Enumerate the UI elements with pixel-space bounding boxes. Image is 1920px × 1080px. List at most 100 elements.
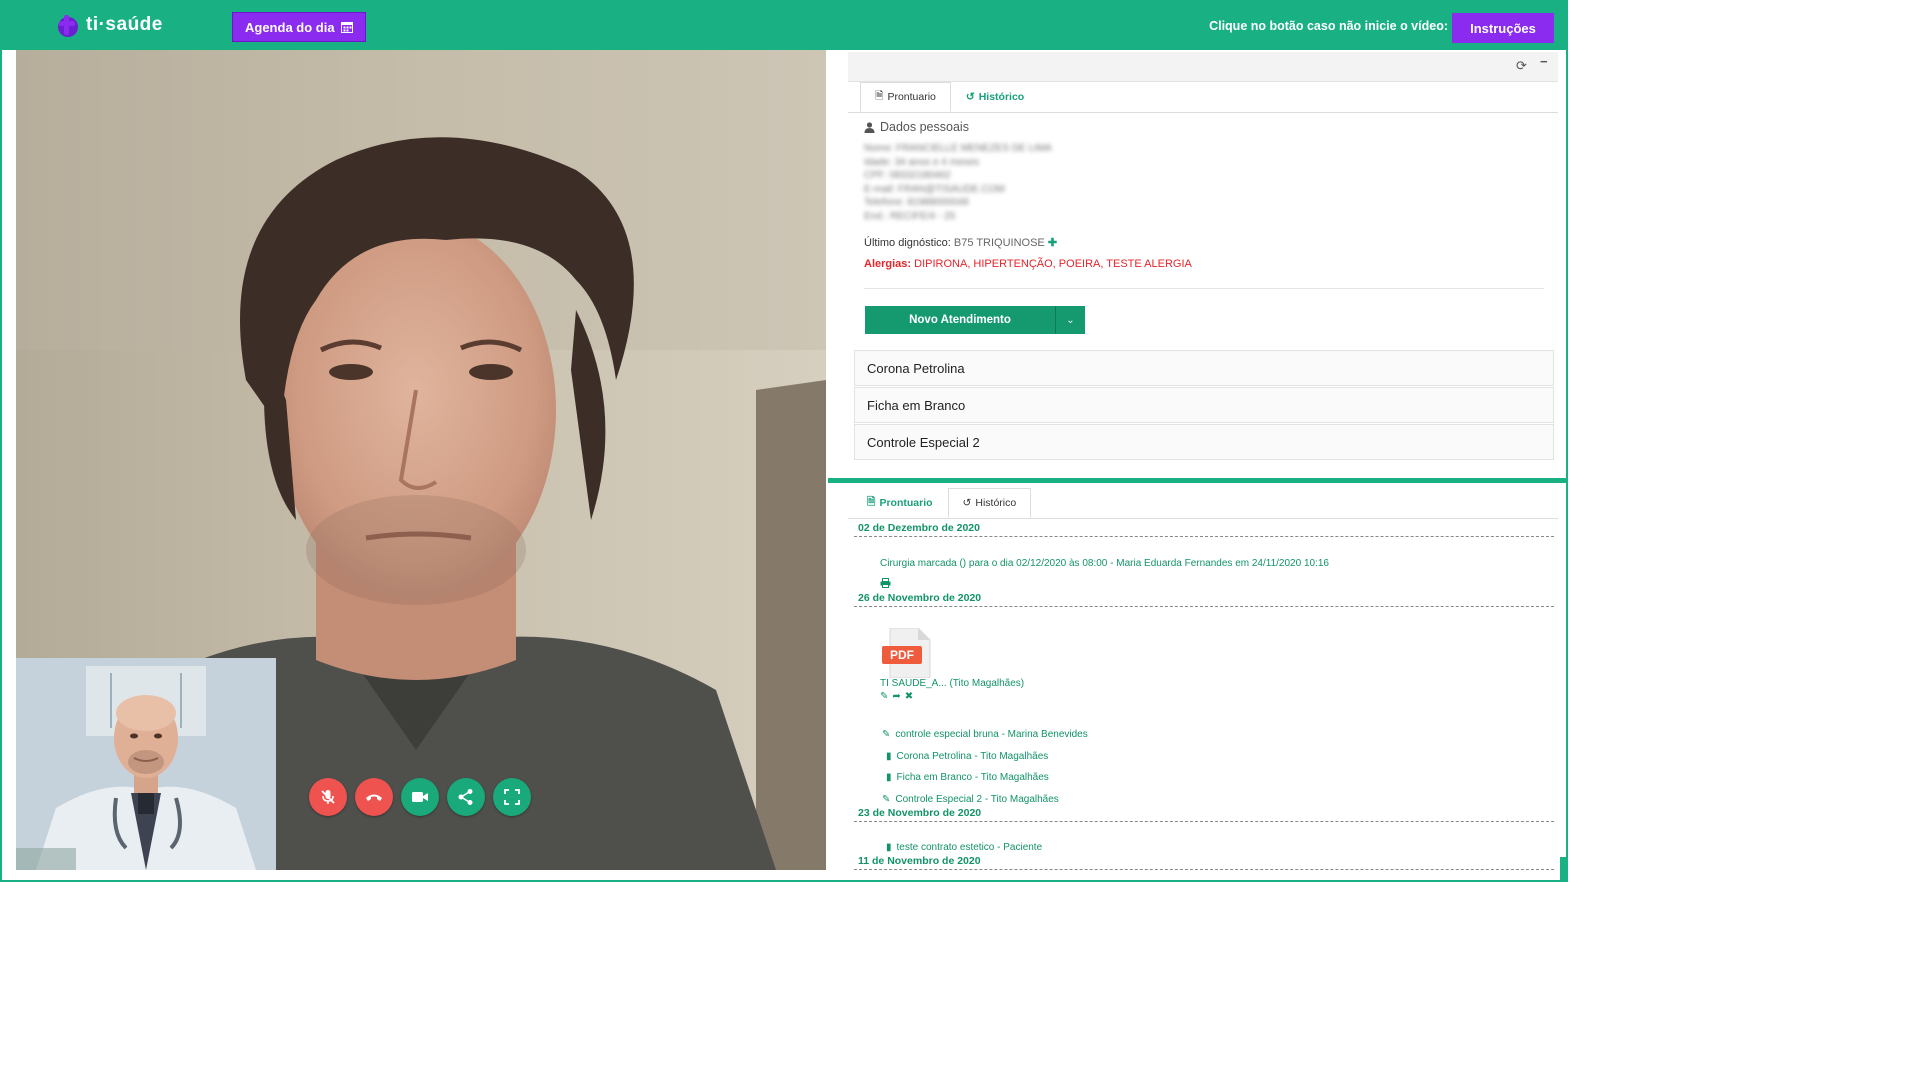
tabs-divider [848,112,1558,113]
allergies-label: Alergias: [864,258,912,270]
edit-icon[interactable]: ✎ [880,691,888,702]
forward-icon[interactable]: ➦ [892,691,900,702]
date-divider [854,869,1554,870]
add-diagnosis-icon[interactable]: ✚ [1048,237,1057,249]
personal-data-fields: Nome: FRANCIELLE MENEZES DE LIMA Idade: … [864,142,1052,223]
call-controls [309,778,531,816]
printer-icon [880,578,891,588]
agenda-button-label: Agenda do dia [245,19,335,35]
video-camera-icon [412,792,428,802]
tab-label: Histórico [978,91,1025,103]
mute-mic-button[interactable] [309,778,347,816]
logo-text: ti·saúde [86,14,163,35]
edit-icon: ✎ [882,794,891,805]
pdf-caption[interactable]: TI SAUDE_A... (Tito Magalhães) [880,678,1024,689]
new-appointment-label: Novo Atendimento [909,314,1011,326]
entry-text: Corona Petrolina - Tito Magalhães [896,751,1049,762]
field-cpf: CPF: 08332180462 [864,170,951,181]
field-phone: Telefone: 81988000048 [864,197,969,208]
tab-label: Prontuario [887,91,936,103]
mic-off-icon [321,790,335,804]
calendar-icon [340,22,353,33]
history-tabs: 🗎 Prontuario ↺ Histórico [852,488,1032,518]
new-appointment-button[interactable]: Novo Atendimento ⌄ [865,306,1085,334]
delete-icon[interactable]: ✖ [905,691,913,702]
tab-prontuario[interactable]: 🗎 Prontuario [852,488,948,518]
video-hint-text: Clique no botão caso não inicie o vídeo: [1209,19,1448,33]
user-icon [864,121,875,133]
date-divider [854,821,1554,822]
app-window: ti·saúde Agenda do dia Clique no botão c… [0,0,1568,882]
pdf-file-icon[interactable]: PDF [882,628,932,678]
history-entry[interactable]: ✎ Controle Especial 2 - Tito Magalhães [882,794,1059,805]
refresh-icon[interactable]: ⟳ [1516,58,1527,74]
fullscreen-button[interactable] [493,778,531,816]
form-item[interactable]: Corona Petrolina [854,350,1554,386]
tab-prontuario[interactable]: 🗎 Prontuario [860,82,951,112]
tabs-divider [848,518,1558,519]
allergies: Alergias: DIPIRONA, HIPERTENÇÃO, POEIRA,… [864,258,1192,270]
field-address: End.: RECIFE/4 - 25 [864,210,956,222]
minimize-icon[interactable]: − [1540,54,1548,69]
clipboard-icon: ▮ [886,751,892,762]
history-date: 02 de Dezembro de 2020 [858,522,980,534]
personal-data-title: Dados pessoais [880,120,969,134]
history-icon: ↺ [962,497,972,509]
camera-button[interactable] [401,778,439,816]
print-icon[interactable] [880,578,891,588]
date-divider [854,536,1554,537]
agenda-button[interactable]: Agenda do dia [232,12,366,42]
entry-text: teste contrato estetico - Paciente [896,842,1043,853]
pdf-caption-text: TI SAUDE_A... (Tito Magalhães) [880,678,1025,689]
field-email: E-mail: FRAN@TISAUDE.COM [864,183,1005,195]
history-panel: 🗎 Prontuario ↺ Histórico 02 de Dezembro … [848,484,1558,880]
diagnosis-label: Último dignóstico: [864,237,951,249]
form-item[interactable]: Controle Especial 2 [854,424,1554,460]
clipboard-icon: ▮ [886,842,892,853]
diagnosis-value: B75 TRIQUINOSE [953,237,1045,249]
local-video-image [16,658,276,870]
chevron-down-icon[interactable]: ⌄ [1055,306,1085,334]
entry-text: controle especial bruna - Marina Benevid… [895,729,1088,740]
tab-historico[interactable]: ↺ Histórico [951,82,1039,112]
date-divider [854,606,1554,607]
patient-record-panel: ⟳ − 🗎 Prontuario ↺ Histórico Dados pesso… [848,52,1558,482]
entry-text: Controle Especial 2 - Tito Magalhães [895,794,1059,805]
history-entry[interactable]: ▮ Ficha em Branco - Tito Magalhães [886,772,1049,783]
tab-label: Prontuario [879,497,933,509]
pdf-badge: PDF [890,648,914,662]
surgery-entry-text: Cirurgia marcada () para o dia 02/12/202… [880,558,1329,569]
history-entry[interactable]: ▮ Corona Petrolina - Tito Magalhães [886,751,1048,762]
file-icon: 🗎 [875,90,884,102]
last-diagnosis: Último dignóstico: B75 TRIQUINOSE ✚ [864,236,1057,249]
personal-data-heading: Dados pessoais [864,120,969,134]
history-entry[interactable]: ▮ teste contrato estetico - Paciente [886,842,1042,853]
scrollbar-thumb[interactable] [1560,857,1566,880]
share-button[interactable] [447,778,485,816]
file-icon: 🗎 [867,496,876,508]
history-entry[interactable]: Cirurgia marcada () para o dia 02/12/202… [880,558,1329,569]
pdf-actions: ✎ ➦ ✖ [880,691,913,702]
history-entry[interactable]: ✎ controle especial bruna - Marina Benev… [882,729,1088,740]
hang-up-button[interactable] [355,778,393,816]
allergies-value: DIPIRONA, HIPERTENÇÃO, POEIRA, TESTE ALE… [914,258,1192,270]
history-date: 11 de Novembro de 2020 [858,855,981,867]
panel-separator[interactable] [828,478,1566,483]
ti-saude-logo-icon [58,15,78,37]
panel-toolbar: ⟳ − [848,52,1558,82]
instructions-button[interactable]: Instruções [1452,13,1554,43]
entry-text: Ficha em Branco - Tito Magalhães [896,772,1049,783]
history-icon: ↺ [965,91,975,103]
phone-hangup-icon [366,794,382,801]
local-video-thumbnail[interactable] [16,658,276,870]
history-date: 26 de Novembro de 2020 [858,592,982,604]
history-date: 23 de Novembro de 2020 [858,807,982,819]
form-item[interactable]: Ficha em Branco [854,387,1554,423]
field-age: Idade: 34 anos e 4 meses [864,156,980,168]
fullscreen-icon [504,789,520,805]
tab-historico[interactable]: ↺ Histórico [947,488,1032,518]
clipboard-icon: ▮ [886,772,892,783]
record-tabs: 🗎 Prontuario ↺ Histórico [860,82,1039,112]
share-icon [458,789,473,805]
edit-icon: ✎ [882,729,891,740]
